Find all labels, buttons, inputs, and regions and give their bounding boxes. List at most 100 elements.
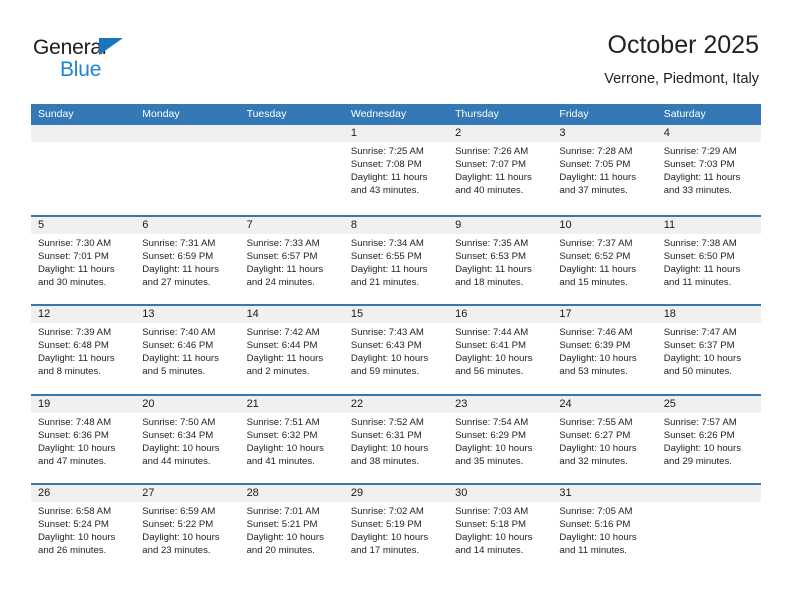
day-number: 15 xyxy=(343,306,449,323)
day-cell: 17 Sunrise: 7:46 AM Sunset: 6:39 PM Dayligh… xyxy=(552,306,657,394)
day-cell-empty xyxy=(31,125,136,215)
sunset-text: Sunset: 6:41 PM xyxy=(455,340,527,352)
calendar-page: General Blue October 2025 Verrone, Piedm… xyxy=(0,0,792,612)
day-details: Sunrise: 7:40 AM Sunset: 6:46 PM Daylight:… xyxy=(135,323,239,378)
daylight-text-line2: and 8 minutes. xyxy=(38,366,101,378)
sunset-text: Sunset: 6:59 PM xyxy=(142,250,214,262)
sunrise-text: Sunrise: 7:50 AM xyxy=(142,416,216,428)
day-number: 9 xyxy=(448,216,553,234)
sunrise-text: Sunrise: 7:52 AM xyxy=(350,416,424,428)
page-subtitle: Verrone, Piedmont, Italy xyxy=(604,71,759,87)
sunrise-text: Sunrise: 7:34 AM xyxy=(350,237,424,249)
day-number: 1 xyxy=(343,125,449,142)
page-title: October 2025 xyxy=(607,31,760,59)
daylight-text-line1: Daylight: 10 hours xyxy=(350,532,429,544)
sunset-text: Sunset: 6:34 PM xyxy=(142,429,214,441)
day-cell: 11 Sunrise: 7:38 AM Sunset: 6:50 PM Dayligh… xyxy=(656,216,761,304)
weekday-header-sunday: Sunday xyxy=(38,108,74,120)
daylight-text-line1: Daylight: 11 hours xyxy=(559,263,637,275)
day-number: 29 xyxy=(343,485,449,502)
sunrise-text: Sunrise: 7:38 AM xyxy=(663,237,737,249)
daylight-text-line2: and 20 minutes. xyxy=(246,545,315,557)
day-details: Sunrise: 7:33 AM Sunset: 6:57 PM Daylight:… xyxy=(240,234,344,289)
day-details: Sunrise: 7:05 AM Sunset: 5:16 PM Daylight:… xyxy=(552,502,656,557)
day-number xyxy=(31,125,136,142)
daylight-text-line2: and 26 minutes. xyxy=(38,545,107,557)
sunset-text: Sunset: 6:37 PM xyxy=(663,340,735,352)
sunrise-text: Sunrise: 7:48 AM xyxy=(38,416,112,428)
daylight-text-line1: Daylight: 11 hours xyxy=(350,172,428,184)
day-number xyxy=(656,485,761,502)
day-details: Sunrise: 7:55 AM Sunset: 6:27 PM Daylight:… xyxy=(552,413,656,468)
day-cell: 3 Sunrise: 7:28 AM Sunset: 7:05 PM Daylight… xyxy=(552,125,657,215)
calendar-week-row: 1 Sunrise: 7:25 AM Sunset: 7:08 PM Daylight… xyxy=(31,125,761,215)
sunrise-text: Sunrise: 7:51 AM xyxy=(246,416,320,428)
day-cell: 16 Sunrise: 7:44 AM Sunset: 6:41 PM Dayligh… xyxy=(448,306,553,394)
day-number: 22 xyxy=(343,395,449,413)
day-details: Sunrise: 7:25 AM Sunset: 7:08 PM Daylight:… xyxy=(344,142,448,197)
daylight-text-line1: Daylight: 11 hours xyxy=(559,172,637,184)
sunset-text: Sunset: 7:03 PM xyxy=(663,159,735,171)
logo-top-row: General xyxy=(33,36,263,60)
day-details: Sunrise: 7:54 AM Sunset: 6:29 PM Daylight:… xyxy=(448,413,552,468)
daylight-text-line2: and 5 minutes. xyxy=(142,366,206,378)
day-details: Sunrise: 7:39 AM Sunset: 6:48 PM Daylight:… xyxy=(31,323,135,378)
daylight-text-line1: Daylight: 10 hours xyxy=(455,353,533,365)
day-number: 19 xyxy=(31,395,136,413)
day-cell-empty xyxy=(239,125,344,215)
sunset-text: Sunset: 6:55 PM xyxy=(350,250,422,262)
daylight-text-line2: and 33 minutes. xyxy=(663,185,732,197)
weekday-header-thursday: Thursday xyxy=(455,108,499,120)
day-details: Sunrise: 7:01 AM Sunset: 5:21 PM Daylight:… xyxy=(240,502,344,557)
day-details: Sunrise: 7:38 AM Sunset: 6:50 PM Daylight:… xyxy=(657,234,761,289)
day-number xyxy=(239,125,344,142)
daylight-text-line2: and 24 minutes. xyxy=(246,276,315,288)
daylight-text-line1: Daylight: 11 hours xyxy=(246,263,324,275)
day-number: 13 xyxy=(135,306,240,323)
sunset-text: Sunset: 6:48 PM xyxy=(38,340,109,352)
day-number: 25 xyxy=(656,395,761,413)
sunrise-text: Sunrise: 7:02 AM xyxy=(350,506,424,517)
day-details: Sunrise: 7:43 AM Sunset: 6:43 PM Daylight:… xyxy=(344,323,448,378)
day-cell: 23 Sunrise: 7:54 AM Sunset: 6:29 PM Dayligh… xyxy=(448,395,553,483)
weekday-header-saturday: Saturday xyxy=(663,108,706,120)
sunset-text: Sunset: 7:05 PM xyxy=(559,159,631,171)
calendar-week-row: 5 Sunrise: 7:30 AM Sunset: 7:01 PM Daylight… xyxy=(31,214,761,304)
day-details: Sunrise: 7:44 AM Sunset: 6:41 PM Daylight:… xyxy=(448,323,552,378)
sunrise-text: Sunrise: 7:43 AM xyxy=(350,327,424,338)
sunset-text: Sunset: 7:01 PM xyxy=(38,250,109,262)
weekday-header-wednesday: Wednesday xyxy=(350,108,407,120)
sunrise-text: Sunrise: 7:03 AM xyxy=(455,506,529,517)
sunset-text: Sunset: 6:52 PM xyxy=(559,250,631,262)
day-number: 31 xyxy=(552,485,657,502)
daylight-text-line1: Daylight: 11 hours xyxy=(246,353,324,365)
day-cell: 18 Sunrise: 7:47 AM Sunset: 6:37 PM Dayligh… xyxy=(656,306,761,394)
day-cell: 6 Sunrise: 7:31 AM Sunset: 6:59 PM Daylight… xyxy=(135,216,240,304)
day-number: 18 xyxy=(656,306,761,323)
sunset-text: Sunset: 5:22 PM xyxy=(142,519,214,531)
day-details: Sunrise: 7:31 AM Sunset: 6:59 PM Daylight:… xyxy=(135,234,239,289)
day-cell: 2 Sunrise: 7:26 AM Sunset: 7:07 PM Daylight… xyxy=(448,125,553,215)
daylight-text-line2: and 37 minutes. xyxy=(559,185,628,197)
sunrise-text: Sunrise: 7:40 AM xyxy=(142,327,216,338)
daylight-text-line2: and 23 minutes. xyxy=(142,545,211,557)
day-details: Sunrise: 6:59 AM Sunset: 5:22 PM Daylight:… xyxy=(135,502,239,557)
daylight-text-line2: and 47 minutes. xyxy=(38,455,107,467)
day-number: 12 xyxy=(31,306,136,323)
day-number xyxy=(135,125,240,142)
day-number: 5 xyxy=(31,216,136,234)
sunrise-text: Sunrise: 7:30 AM xyxy=(38,237,112,249)
daylight-text-line1: Daylight: 11 hours xyxy=(142,353,219,365)
daylight-text-line1: Daylight: 10 hours xyxy=(142,442,220,454)
daylight-text-line1: Daylight: 10 hours xyxy=(455,532,533,544)
day-details: Sunrise: 7:29 AM Sunset: 7:03 PM Daylight:… xyxy=(657,142,761,197)
daylight-text-line2: and 35 minutes. xyxy=(455,455,524,467)
day-number: 30 xyxy=(448,485,553,502)
daylight-text-line2: and 21 minutes. xyxy=(350,276,420,288)
daylight-text-line2: and 27 minutes. xyxy=(142,276,211,288)
sunset-text: Sunset: 5:24 PM xyxy=(38,519,109,531)
sunset-text: Sunset: 5:18 PM xyxy=(455,519,527,531)
sunset-text: Sunset: 6:36 PM xyxy=(38,429,109,441)
title-block: October 2025 Verrone, Piedmont, Italy xyxy=(604,30,759,89)
daylight-text-line1: Daylight: 10 hours xyxy=(663,442,742,454)
